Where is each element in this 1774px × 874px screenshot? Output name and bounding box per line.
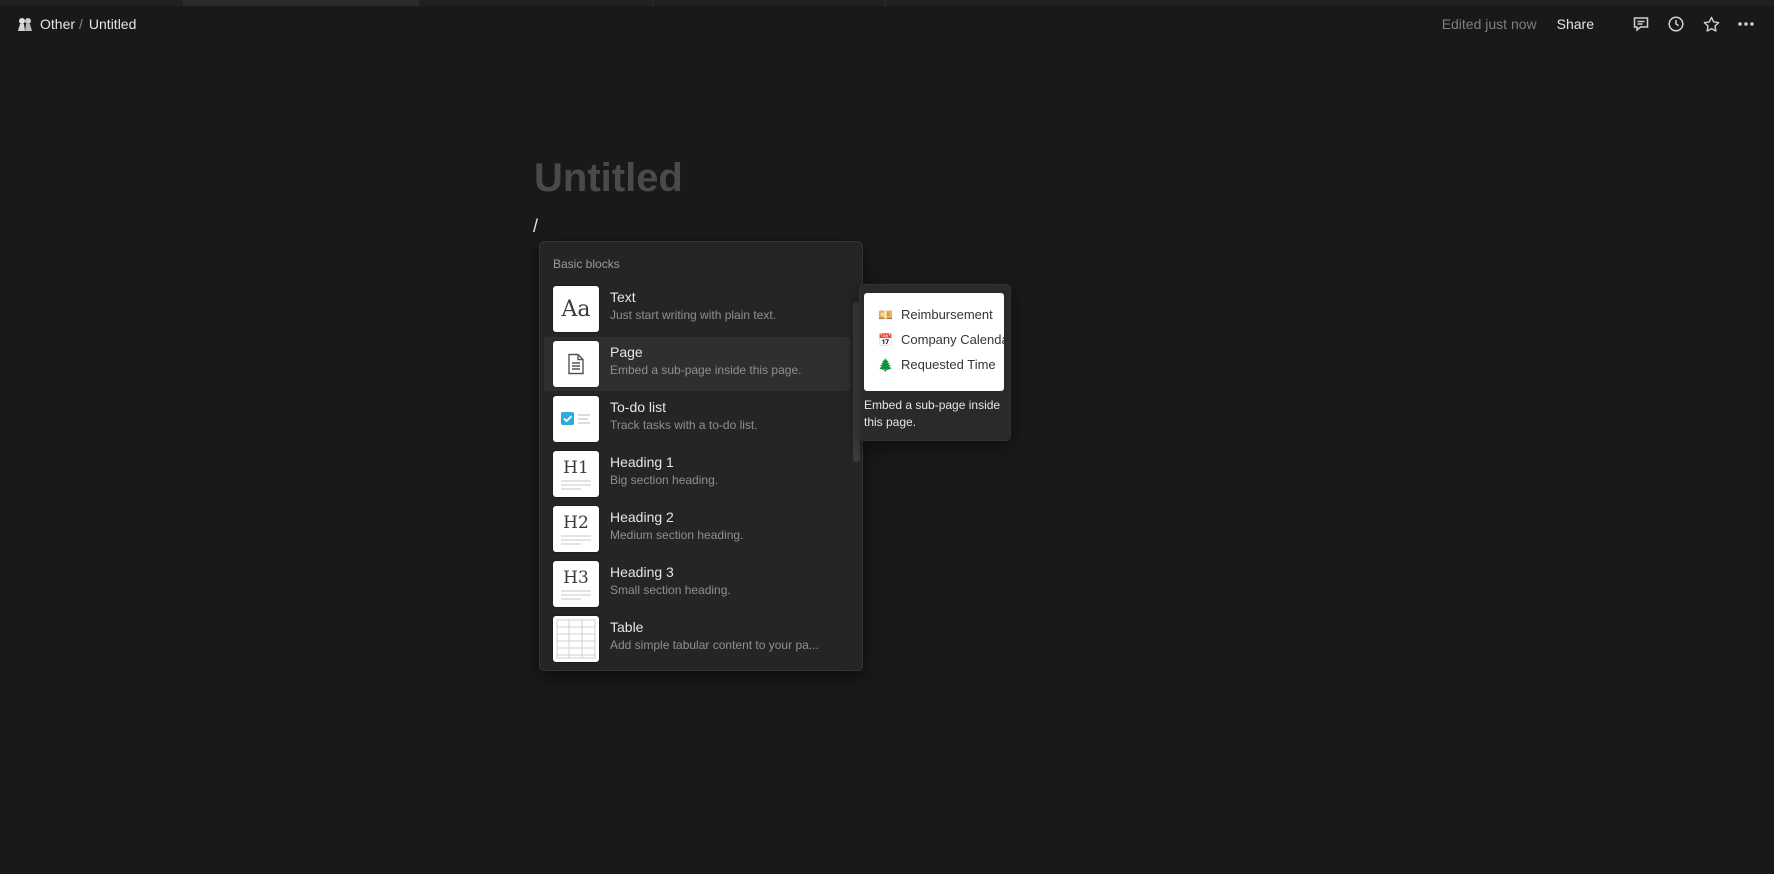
block-option-desc: Add simple tabular content to your pa... <box>610 638 819 652</box>
block-option-table[interactable]: Table Add simple tabular content to your… <box>544 612 850 666</box>
breadcrumb-separator: / <box>79 16 83 32</box>
block-option-desc: Small section heading. <box>610 583 731 597</box>
todo-icon <box>553 396 599 442</box>
block-option-desc: Just start writing with plain text. <box>610 308 777 322</box>
table-icon <box>553 616 599 662</box>
preview-row: 💴 Reimbursement <box>878 307 993 322</box>
preview-row-label: Requested Time <box>901 357 996 372</box>
block-option-desc: Medium section heading. <box>610 528 744 542</box>
block-option-desc: Big section heading. <box>610 473 719 487</box>
edited-status: Edited just now <box>1441 16 1537 32</box>
block-option-heading2[interactable]: H2 Heading 2 Medium section heading. <box>544 502 850 556</box>
block-preview-tooltip: 💴 Reimbursement 📅 Company Calendar 🌲 Req… <box>860 285 1010 440</box>
block-option-heading1[interactable]: H1 Heading 1 Big section heading. <box>544 447 850 501</box>
tab-active[interactable] <box>184 0 419 6</box>
more-icon <box>1738 22 1754 26</box>
block-option-text[interactable]: Aa Text Just start writing with plain te… <box>544 282 850 336</box>
block-option-name: Table <box>610 619 644 635</box>
clock-icon <box>1668 16 1684 32</box>
block-option-name: Heading 3 <box>610 564 674 580</box>
block-option-desc: Embed a sub-page inside this page. <box>610 363 802 377</box>
preview-row: 🌲 Requested Time <box>878 357 996 372</box>
preview-row: 📅 Company Calendar <box>878 332 1004 347</box>
tab[interactable] <box>653 0 886 6</box>
tab[interactable] <box>0 0 184 6</box>
heading1-icon: H1 <box>553 451 599 497</box>
comments-button[interactable] <box>1631 14 1651 34</box>
top-bar: Other / Untitled Edited just now Share <box>0 8 1774 40</box>
star-icon <box>1703 16 1719 32</box>
block-option-todo[interactable]: To-do list Track tasks with a to-do list… <box>544 392 850 446</box>
history-button[interactable] <box>1666 14 1686 34</box>
preview-card: 💴 Reimbursement 📅 Company Calendar 🌲 Req… <box>864 293 1004 391</box>
preview-caption: Embed a sub-page inside this page. <box>864 398 1001 429</box>
block-option-page[interactable]: Page Embed a sub-page inside this page. <box>544 337 850 391</box>
topbar-actions: Edited just now Share <box>1442 14 1756 34</box>
scrollbar[interactable] <box>853 302 860 462</box>
block-option-heading3[interactable]: H3 Heading 3 Small section heading. <box>544 557 850 611</box>
share-button[interactable]: Share <box>1557 16 1594 32</box>
block-option-name: Text <box>610 289 636 305</box>
preview-row-label: Company Calendar <box>901 332 1004 347</box>
favorite-button[interactable] <box>1701 14 1721 34</box>
preview-row-label: Reimbursement <box>901 307 993 322</box>
h2-thumb-label: H2 <box>563 513 589 533</box>
page-title[interactable]: Untitled <box>534 156 683 201</box>
money-icon: 💴 <box>878 307 893 322</box>
breadcrumb: Other / Untitled <box>16 15 136 33</box>
tree-icon: 🌲 <box>878 357 893 372</box>
slash-command-input[interactable]: / <box>533 216 538 237</box>
breadcrumb-workspace[interactable]: Other <box>40 16 75 32</box>
section-heading: Basic blocks <box>553 257 620 271</box>
page-icon <box>553 341 599 387</box>
heading2-icon: H2 <box>553 506 599 552</box>
tab[interactable] <box>419 0 653 6</box>
text-thumb-label: Aa <box>561 296 591 322</box>
calendar-icon: 📅 <box>878 332 893 347</box>
block-option-name: Page <box>610 344 643 360</box>
h3-thumb-label: H3 <box>563 568 589 588</box>
comment-icon <box>1633 17 1649 32</box>
breadcrumb-page[interactable]: Untitled <box>89 16 136 32</box>
block-option-name: Heading 2 <box>610 509 674 525</box>
workspace-avatar-icon <box>18 18 32 31</box>
block-option-name: To-do list <box>610 399 667 415</box>
block-option-desc: Track tasks with a to-do list. <box>610 418 758 432</box>
block-option-name: Heading 1 <box>610 454 674 470</box>
h1-thumb-label: H1 <box>563 458 589 478</box>
slash-command-menu: Basic blocks Aa Text Just start writing … <box>540 242 862 670</box>
heading3-icon: H3 <box>553 561 599 607</box>
text-icon: Aa <box>553 286 599 332</box>
more-options-button[interactable] <box>1736 14 1756 34</box>
tab-strip <box>0 0 1774 6</box>
